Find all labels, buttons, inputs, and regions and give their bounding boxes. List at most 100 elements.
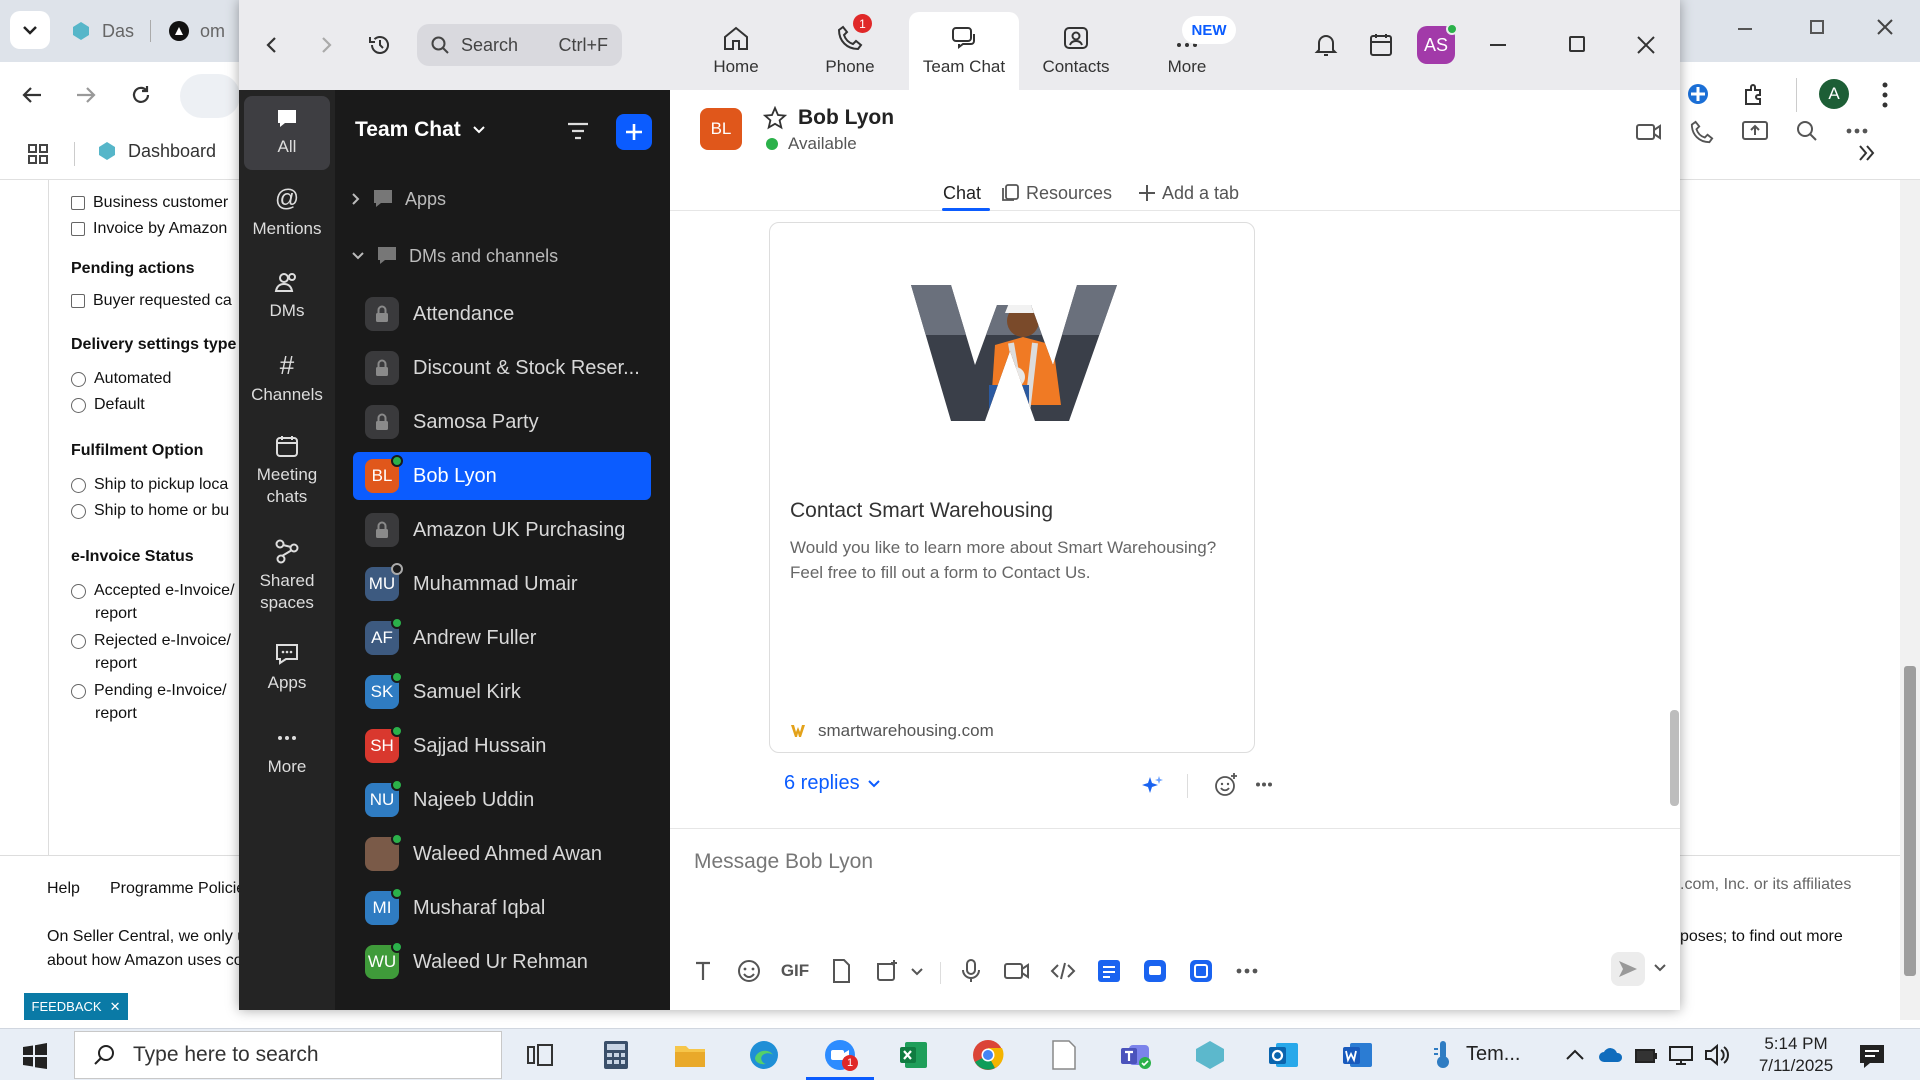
radio-accepted-einvoice[interactable]: Accepted e-Invoice/ — [49, 578, 243, 604]
rail-shared-spaces[interactable]: Shared spaces — [244, 538, 330, 614]
radio[interactable] — [71, 503, 86, 519]
filter-buyer-requested[interactable]: Buyer requested ca — [49, 288, 243, 314]
chat-scrollbar-thumb[interactable] — [1670, 710, 1679, 806]
filter-business-customer[interactable]: Business customer — [49, 190, 243, 216]
channel-item[interactable]: SK Samuel Kirk — [353, 668, 651, 716]
radio-rejected-einvoice[interactable]: Rejected e-Invoice/ — [49, 628, 243, 654]
minimize-icon[interactable] — [1738, 28, 1752, 30]
gif-button[interactable]: GIF — [780, 956, 810, 986]
maximize-icon[interactable] — [1569, 36, 1585, 52]
bookmark-dashboard[interactable]: Dashboard — [96, 140, 216, 162]
close-icon[interactable] — [1877, 19, 1893, 35]
back-icon[interactable] — [265, 36, 277, 54]
feedback-button[interactable]: FEEDBACK ✕ — [24, 993, 128, 1020]
new-chat-button[interactable] — [616, 114, 652, 150]
chevron-up-icon[interactable] — [1566, 1049, 1584, 1061]
radio[interactable] — [71, 633, 86, 649]
chevron-down-icon[interactable] — [1654, 964, 1666, 972]
rail-all[interactable]: All — [244, 96, 330, 170]
radio[interactable] — [71, 683, 86, 699]
channel-item[interactable]: MU Muhammad Umair — [353, 560, 651, 608]
emoji-icon[interactable] — [734, 956, 764, 986]
nav-contacts[interactable]: Contacts — [1021, 12, 1131, 90]
history-icon[interactable] — [367, 32, 393, 58]
file-icon[interactable] — [826, 956, 856, 986]
zoom-app-icon[interactable]: 1 — [822, 1037, 858, 1073]
rail-channels[interactable]: # Channels — [244, 352, 330, 406]
checkbox[interactable] — [71, 294, 85, 308]
screenshot-icon[interactable] — [872, 956, 902, 986]
battery-icon[interactable] — [1634, 1045, 1658, 1065]
kebab-menu-icon[interactable] — [1882, 82, 1888, 108]
replies-toggle[interactable]: 6 replies — [784, 772, 880, 795]
radio-default[interactable]: Default — [49, 392, 243, 418]
weather-widget[interactable]: Tem... — [1432, 1039, 1520, 1069]
card-title[interactable]: Contact Smart Warehousing — [790, 499, 1053, 523]
system-clock[interactable]: 5:14 PM 7/11/2025 — [1746, 1033, 1846, 1077]
footer-link-help[interactable]: Help — [47, 880, 80, 898]
reload-icon[interactable] — [130, 84, 152, 106]
code-icon[interactable] — [1048, 956, 1078, 986]
app-docs-icon[interactable] — [1094, 956, 1124, 986]
more-options-icon[interactable] — [1846, 128, 1868, 134]
channel-item[interactable]: BL Bob Lyon — [353, 452, 651, 500]
microphone-icon[interactable] — [956, 956, 986, 986]
taskbar-search[interactable]: Type here to search — [74, 1031, 502, 1079]
channel-item[interactable]: Attendance — [353, 290, 651, 338]
radio-pending-einvoice[interactable]: Pending e-Invoice/ — [49, 678, 243, 704]
add-reaction-icon[interactable] — [1213, 772, 1239, 798]
forward-arrow-icon[interactable] — [76, 86, 96, 104]
phone-call-icon[interactable] — [1690, 120, 1714, 144]
profile-avatar[interactable]: A — [1819, 79, 1849, 109]
section-apps[interactable]: Apps — [351, 188, 446, 210]
chrome-icon[interactable] — [970, 1037, 1006, 1073]
channel-item[interactable]: AF Andrew Fuller — [353, 614, 651, 662]
channel-item[interactable]: SH Sajjad Hussain — [353, 722, 651, 770]
edge-browser-icon[interactable] — [746, 1037, 782, 1073]
windows-start-icon[interactable] — [22, 1043, 48, 1069]
share-screen-icon[interactable] — [1742, 120, 1768, 142]
channel-item[interactable]: WU Waleed Ur Rehman — [353, 938, 651, 986]
file-explorer-icon[interactable] — [672, 1037, 708, 1073]
extension-icon[interactable] — [1686, 82, 1710, 106]
search-icon[interactable] — [1796, 120, 1818, 142]
contact-avatar[interactable]: BL — [700, 108, 742, 150]
more-options-icon[interactable] — [1256, 782, 1272, 787]
text-format-icon[interactable] — [688, 956, 718, 986]
close-icon[interactable]: ✕ — [110, 999, 121, 1015]
checkbox[interactable] — [71, 222, 85, 236]
nav-team-chat[interactable]: Team Chat — [909, 12, 1019, 90]
zoom-search[interactable]: Search Ctrl+F — [417, 24, 622, 66]
scrollbar-thumb[interactable] — [1904, 666, 1916, 976]
channel-item[interactable]: Waleed Ahmed Awan — [353, 830, 651, 878]
page-scrollbar[interactable] — [1900, 180, 1920, 1020]
back-arrow-icon[interactable] — [22, 86, 42, 104]
ai-sparkle-icon[interactable] — [1140, 774, 1164, 798]
rail-apps[interactable]: Apps — [244, 642, 330, 694]
apps-grid-icon[interactable] — [28, 144, 48, 164]
close-icon[interactable] — [1637, 36, 1655, 54]
radio-ship-home[interactable]: Ship to home or bu — [49, 498, 243, 524]
video-message-icon[interactable] — [1002, 956, 1032, 986]
channel-item[interactable]: Discount & Stock Reser... — [353, 344, 651, 392]
outlook-icon[interactable] — [1266, 1037, 1302, 1073]
teams-icon[interactable] — [1118, 1037, 1154, 1073]
more-tools-icon[interactable] — [1232, 956, 1262, 986]
link-preview-card[interactable]: Contact Smart Warehousing Would you like… — [769, 222, 1255, 753]
tab-search-button[interactable] — [10, 11, 50, 49]
bell-icon[interactable] — [1314, 32, 1338, 58]
rail-more[interactable]: More — [244, 726, 330, 778]
minimize-icon[interactable] — [1490, 44, 1506, 46]
radio[interactable] — [71, 397, 86, 413]
channel-item[interactable]: Amazon UK Purchasing — [353, 506, 651, 554]
checkbox[interactable] — [71, 196, 85, 210]
double-chevron-right-icon[interactable] — [1858, 144, 1876, 162]
notification-center-icon[interactable] — [1858, 1043, 1886, 1069]
user-avatar[interactable]: AS — [1417, 23, 1458, 64]
video-call-icon[interactable] — [1636, 122, 1662, 142]
onedrive-icon[interactable] — [1598, 1045, 1624, 1063]
message-input[interactable] — [694, 842, 1654, 882]
network-icon[interactable] — [1668, 1045, 1694, 1065]
radio[interactable] — [71, 477, 86, 493]
radio[interactable] — [71, 371, 86, 387]
